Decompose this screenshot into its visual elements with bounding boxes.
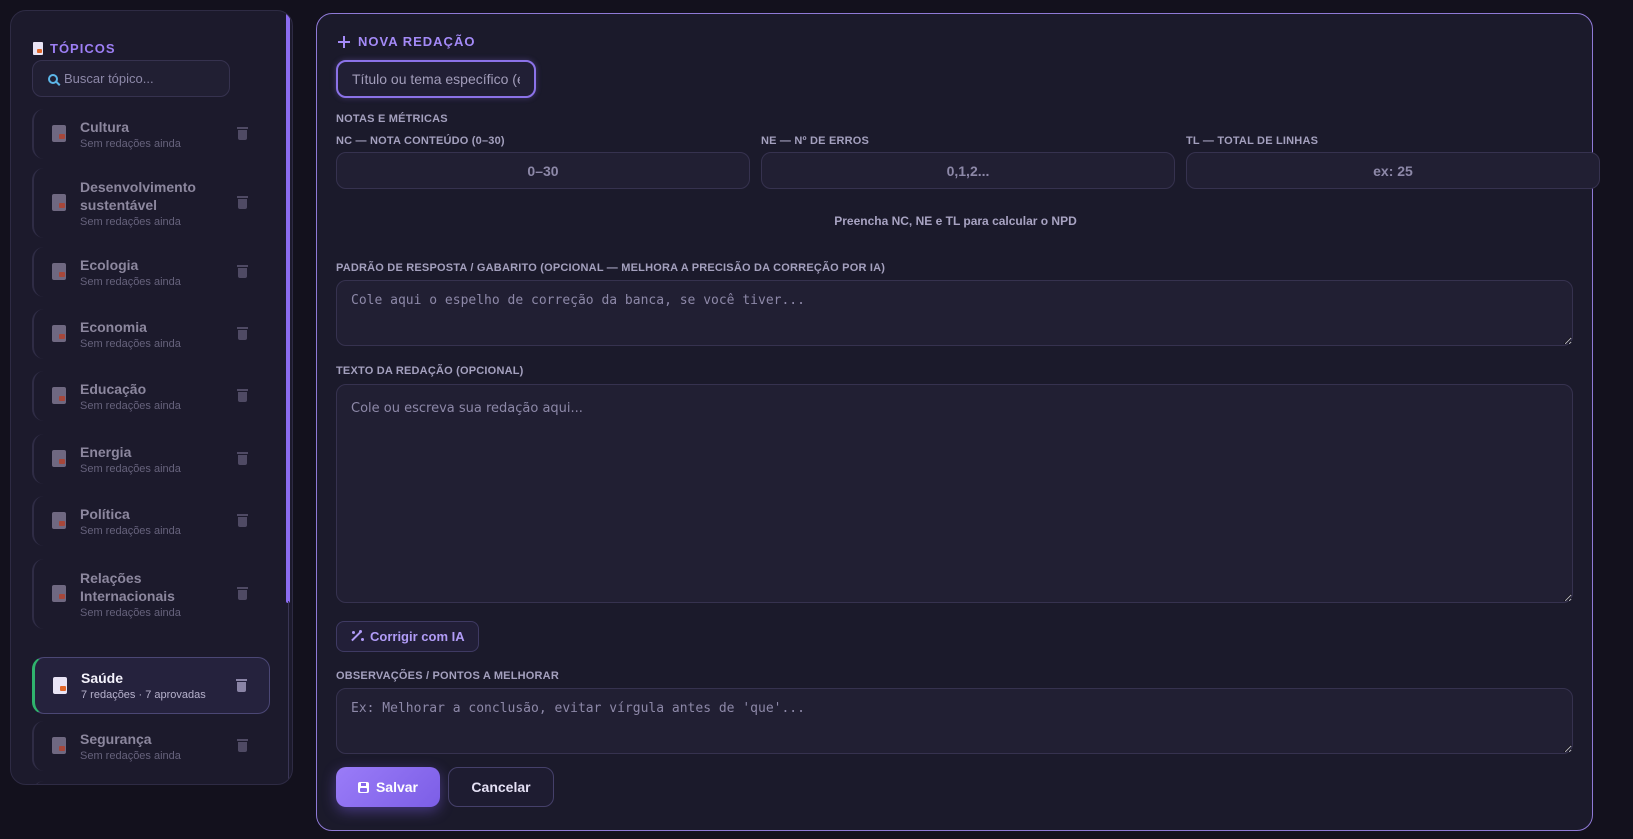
trash-icon[interactable] xyxy=(237,739,248,752)
sidebar-header: TÓPICOS xyxy=(33,41,116,56)
form-title-text: NOVA REDAÇÃO xyxy=(358,34,476,49)
document-icon xyxy=(52,263,66,280)
topic-status: Sem redações ainda xyxy=(80,275,181,288)
new-essay-form: NOVA REDAÇÃO NOTAS E MÉTRICAS NC — NOTA … xyxy=(316,13,1600,831)
sidebar-title: TÓPICOS xyxy=(50,41,116,56)
topic-name: Economia xyxy=(80,318,147,335)
trash-icon[interactable] xyxy=(237,587,248,600)
save-button[interactable]: Salvar xyxy=(336,767,440,807)
texto-label: TEXTO DA REDAÇÃO (OPCIONAL) xyxy=(336,365,524,377)
trash-icon[interactable] xyxy=(237,196,248,209)
trash-icon[interactable] xyxy=(236,678,247,692)
topic-name: Energia xyxy=(80,443,132,460)
sidebar-scrollbar-thumb[interactable] xyxy=(286,13,290,603)
nc-input[interactable] xyxy=(336,152,750,189)
topic-item-ecologia[interactable]: Ecologia Sem redações ainda xyxy=(32,247,270,297)
topic-name: Segurança xyxy=(80,730,152,747)
observations-textarea[interactable] xyxy=(336,688,1573,754)
essay-text-textarea[interactable] xyxy=(336,384,1573,603)
floppy-disk-icon xyxy=(357,781,369,793)
document-icon xyxy=(52,325,66,342)
gabarito-textarea[interactable] xyxy=(336,280,1573,346)
tl-input[interactable] xyxy=(1186,152,1600,189)
topic-status: Sem redações ainda xyxy=(80,606,181,619)
document-icon xyxy=(52,450,66,467)
topic-item-economia[interactable]: Economia Sem redações ainda xyxy=(32,309,270,359)
form-title: NOVA REDAÇÃO xyxy=(338,34,475,49)
topic-item-cultura[interactable]: Cultura Sem redações ainda xyxy=(32,109,270,159)
topic-name: Ecologia xyxy=(80,256,139,273)
document-icon xyxy=(52,585,66,602)
topic-status: Sem redações ainda xyxy=(80,749,181,762)
topic-item-desenvolvimento-sustentavel[interactable]: Desenvolvimento sustentável Sem redações … xyxy=(32,168,270,238)
topic-name: Cultura xyxy=(80,118,129,135)
topics-sidebar: TÓPICOS Cultura Sem redações ainda Desenv… xyxy=(10,10,293,785)
trash-icon[interactable] xyxy=(237,265,248,278)
magic-wand-icon xyxy=(350,630,364,643)
topic-status: Sem redações ainda xyxy=(80,137,181,150)
topic-name: Desenvolvimento sustentável xyxy=(80,178,196,213)
topic-item-politica[interactable]: Política Sem redações ainda xyxy=(32,496,270,546)
essay-title-input[interactable] xyxy=(336,60,536,98)
topic-item-partial[interactable] xyxy=(32,781,270,784)
npd-hint: Preencha NC, NE e TL para calcular o NPD xyxy=(834,214,1077,228)
cancel-button[interactable]: Cancelar xyxy=(448,767,554,807)
topic-item-seguranca[interactable]: Segurança Sem redações ainda xyxy=(32,721,270,771)
topic-item-relacoes-internacionais[interactable]: Relações Internacionais Sem redações aind… xyxy=(32,559,270,629)
topic-search-input[interactable] xyxy=(64,71,214,86)
correct-with-ai-label: Corrigir com IA xyxy=(370,629,465,644)
trash-icon[interactable] xyxy=(237,327,248,340)
topic-search[interactable] xyxy=(32,60,230,97)
topic-name: Educação xyxy=(80,380,147,397)
ne-label: NE — Nº DE ERROS xyxy=(761,135,870,147)
topic-name: Relações Internacionais xyxy=(80,569,175,604)
topic-status: Sem redações ainda xyxy=(80,215,181,228)
topic-status: 7 redações · 7 aprovadas xyxy=(81,689,206,701)
gabarito-label: PADRÃO DE RESPOSTA / GABARITO (OPCIONAL … xyxy=(336,262,886,274)
nc-label: NC — NOTA CONTEÚDO (0–30) xyxy=(336,135,505,147)
correct-with-ai-button[interactable]: Corrigir com IA xyxy=(336,621,479,652)
topic-status: Sem redações ainda xyxy=(80,524,181,537)
document-icon xyxy=(52,512,66,529)
document-icon xyxy=(33,42,43,55)
sidebar-scrollbar-track-line xyxy=(288,601,289,781)
trash-icon[interactable] xyxy=(237,452,248,465)
topic-name: Saúde xyxy=(81,670,124,686)
trash-icon[interactable] xyxy=(237,127,248,140)
document-icon xyxy=(52,194,66,211)
topic-item-educacao[interactable]: Educação Sem redações ainda xyxy=(32,371,270,421)
plus-icon xyxy=(338,35,350,48)
obs-label: OBSERVAÇÕES / PONTOS A MELHORAR xyxy=(336,670,559,682)
sidebar-scrollbar[interactable] xyxy=(286,11,292,784)
topic-status: Sem redações ainda xyxy=(80,399,181,412)
metrics-heading: NOTAS E MÉTRICAS xyxy=(336,113,448,125)
topic-status: Sem redações ainda xyxy=(80,462,181,475)
trash-icon[interactable] xyxy=(237,389,248,402)
topic-item-saude[interactable]: Saúde 7 redações · 7 aprovadas xyxy=(32,657,270,714)
ne-input[interactable] xyxy=(761,152,1175,189)
topic-status: Sem redações ainda xyxy=(80,337,181,350)
topic-name: Política xyxy=(80,505,130,522)
trash-icon[interactable] xyxy=(237,514,248,527)
topic-item-energia[interactable]: Energia Sem redações ainda xyxy=(32,434,270,484)
document-icon xyxy=(52,125,66,142)
save-label: Salvar xyxy=(375,779,419,795)
document-icon xyxy=(53,676,67,694)
search-icon xyxy=(48,73,58,84)
tl-label: TL — TOTAL DE LINHAS xyxy=(1186,135,1319,147)
document-icon xyxy=(52,387,66,404)
document-icon xyxy=(52,737,66,754)
